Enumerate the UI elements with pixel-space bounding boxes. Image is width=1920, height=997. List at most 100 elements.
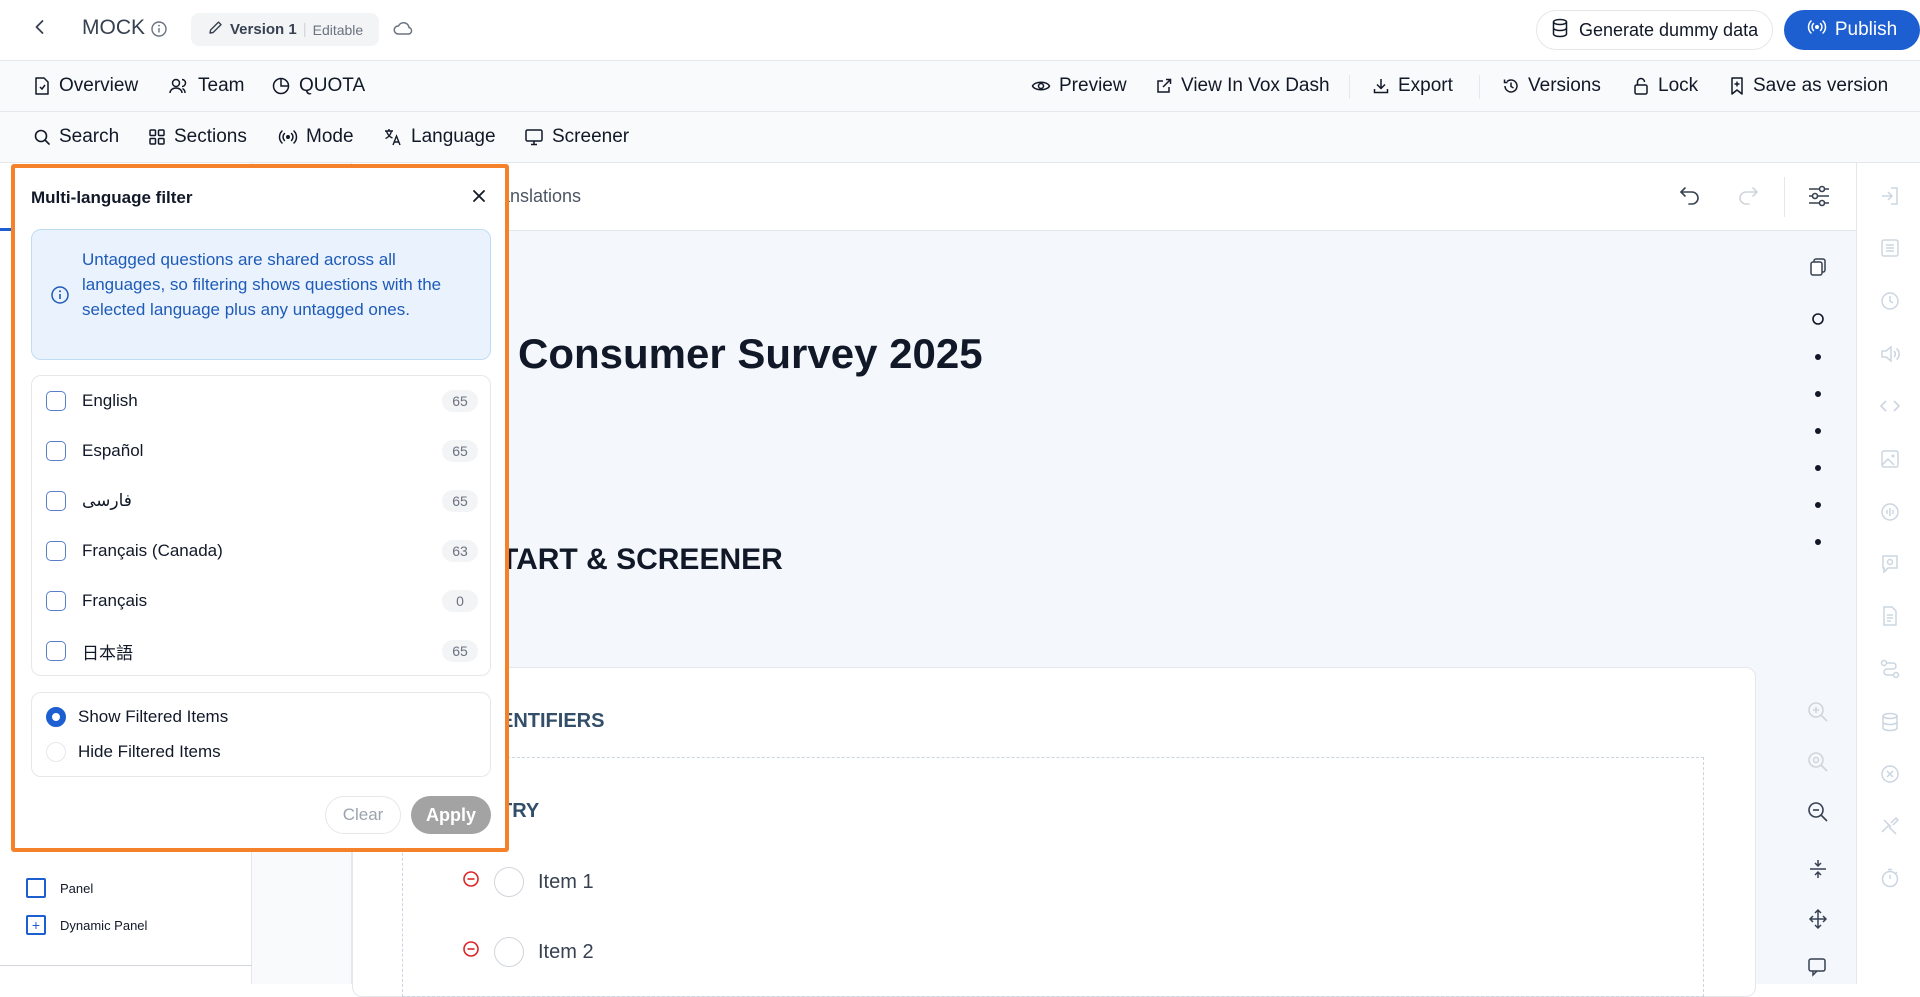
- tab-translations[interactable]: anslations: [500, 186, 581, 207]
- section-title: TART & SCREENER: [500, 543, 783, 576]
- right-icon-rail: [1856, 163, 1920, 984]
- sidebar-divider: [0, 965, 252, 966]
- publish-button[interactable]: Publish: [1784, 10, 1920, 50]
- pie-chart-icon: [271, 76, 291, 96]
- radio-unselected[interactable]: [46, 742, 66, 762]
- nav-versions[interactable]: Versions: [1502, 73, 1601, 99]
- bookmark-icon: [1729, 76, 1745, 96]
- version-selector[interactable]: Version 1 | Editable: [191, 13, 380, 46]
- redo-icon[interactable]: [1735, 183, 1761, 212]
- collapse-icon[interactable]: [1804, 855, 1832, 883]
- translate-icon: [383, 127, 403, 147]
- download-icon: [1372, 77, 1390, 95]
- outline-dot[interactable]: [1815, 354, 1821, 360]
- nav-sections[interactable]: Sections: [148, 124, 247, 150]
- close-button[interactable]: [467, 186, 491, 210]
- back-button[interactable]: [28, 17, 52, 41]
- language-checkbox[interactable]: [46, 591, 66, 611]
- question-container: [402, 757, 1704, 997]
- apply-button[interactable]: Apply: [411, 796, 491, 834]
- choice-label[interactable]: Item 2: [538, 941, 594, 964]
- volume-icon[interactable]: [1877, 341, 1903, 367]
- outline-dot[interactable]: [1815, 539, 1821, 545]
- outline-current-dot[interactable]: [1804, 305, 1832, 333]
- primary-nav: Overview Team QUOTA Preview View In Vox …: [0, 61, 1920, 112]
- nav-language[interactable]: Language: [383, 124, 496, 150]
- sign-in-icon[interactable]: [1877, 183, 1903, 209]
- clear-button[interactable]: Clear: [325, 796, 401, 834]
- nav-divider: [1479, 75, 1480, 99]
- undo-icon[interactable]: [1677, 183, 1703, 212]
- broadcast-icon: [1807, 18, 1827, 42]
- chevron-left-icon: [30, 17, 50, 42]
- toolbox-item-dynamic-panel[interactable]: + Dynamic Panel: [26, 914, 147, 936]
- chat-settings-icon[interactable]: [1877, 551, 1903, 577]
- list-icon[interactable]: [1877, 235, 1903, 261]
- image-icon[interactable]: [1877, 446, 1903, 472]
- nav-overview[interactable]: Overview: [33, 73, 138, 99]
- choice-radio[interactable]: [494, 867, 524, 897]
- nav-team[interactable]: Team: [168, 73, 244, 99]
- nav-screener[interactable]: Screener: [524, 124, 629, 150]
- hide-filtered-option[interactable]: Hide Filtered Items: [46, 740, 221, 764]
- language-count-badge: 0: [442, 590, 478, 612]
- radio-selected[interactable]: [46, 707, 66, 727]
- nav-view-in-vox-dash[interactable]: View In Vox Dash: [1155, 73, 1330, 99]
- nav-save-as-version[interactable]: Save as version: [1729, 73, 1888, 99]
- group-title: ENTIFIERS: [500, 710, 605, 732]
- language-checkbox[interactable]: [46, 641, 66, 661]
- choice-radio[interactable]: [494, 937, 524, 967]
- language-name: فارسی: [82, 491, 132, 510]
- outline-dot[interactable]: [1815, 465, 1821, 471]
- nav-preview[interactable]: Preview: [1031, 73, 1127, 99]
- comment-icon[interactable]: [1804, 953, 1832, 981]
- generate-label: Generate dummy data: [1579, 19, 1759, 40]
- remove-circle-icon[interactable]: [462, 940, 480, 964]
- version-status: Editable: [312, 21, 364, 38]
- language-option[interactable]: English 65: [46, 386, 478, 416]
- zoom-out-icon[interactable]: [1804, 798, 1832, 826]
- copy-icon[interactable]: [1804, 253, 1832, 281]
- language-option[interactable]: Français 0: [46, 586, 478, 616]
- generate-dummy-data-button[interactable]: Generate dummy data: [1536, 10, 1774, 50]
- language-option[interactable]: Français (Canada) 63: [46, 536, 478, 566]
- language-checkbox[interactable]: [46, 541, 66, 561]
- language-option[interactable]: 日本語 65: [46, 636, 478, 666]
- nav-search[interactable]: Search: [33, 124, 119, 150]
- canvas-side-tools: [1788, 163, 1848, 984]
- language-checkbox[interactable]: [46, 441, 66, 461]
- outline-dot[interactable]: [1815, 391, 1821, 397]
- nav-export[interactable]: Export: [1372, 73, 1453, 99]
- mode-label: Hide Filtered Items: [78, 742, 221, 761]
- route-icon[interactable]: [1877, 656, 1903, 682]
- close-circle-icon[interactable]: [1877, 761, 1903, 787]
- show-filtered-option[interactable]: Show Filtered Items: [46, 705, 228, 729]
- stopwatch-icon[interactable]: [1877, 865, 1903, 891]
- language-checkbox[interactable]: [46, 491, 66, 511]
- language-count-badge: 65: [442, 390, 478, 412]
- nav-lock[interactable]: Lock: [1632, 73, 1698, 99]
- outline-dot[interactable]: [1815, 502, 1821, 508]
- language-option[interactable]: فارسی 65: [46, 486, 478, 516]
- nav-divider: [1349, 75, 1350, 99]
- project-name: MOCK: [82, 16, 145, 39]
- nav-mode[interactable]: Mode: [278, 124, 354, 150]
- language-name: English: [82, 391, 138, 410]
- language-checkbox[interactable]: [46, 391, 66, 411]
- page-icon[interactable]: [1877, 603, 1903, 629]
- toolbox-item-panel[interactable]: Panel: [26, 877, 93, 899]
- database-icon[interactable]: [1877, 709, 1903, 735]
- info-icon[interactable]: [150, 20, 168, 43]
- choice-label[interactable]: Item 1: [538, 871, 594, 894]
- tools-icon[interactable]: [1877, 813, 1903, 839]
- expand-icon[interactable]: [1804, 905, 1832, 933]
- audio-icon[interactable]: [1877, 499, 1903, 525]
- outline-dot[interactable]: [1815, 428, 1821, 434]
- zoom-in-icon[interactable]: [1804, 698, 1832, 726]
- zoom-reset-icon[interactable]: [1804, 748, 1832, 776]
- code-icon[interactable]: [1877, 393, 1903, 419]
- language-option[interactable]: Español 65: [46, 436, 478, 466]
- nav-quota[interactable]: QUOTA: [271, 73, 365, 99]
- remove-circle-icon[interactable]: [462, 870, 480, 894]
- clock-icon[interactable]: [1877, 288, 1903, 314]
